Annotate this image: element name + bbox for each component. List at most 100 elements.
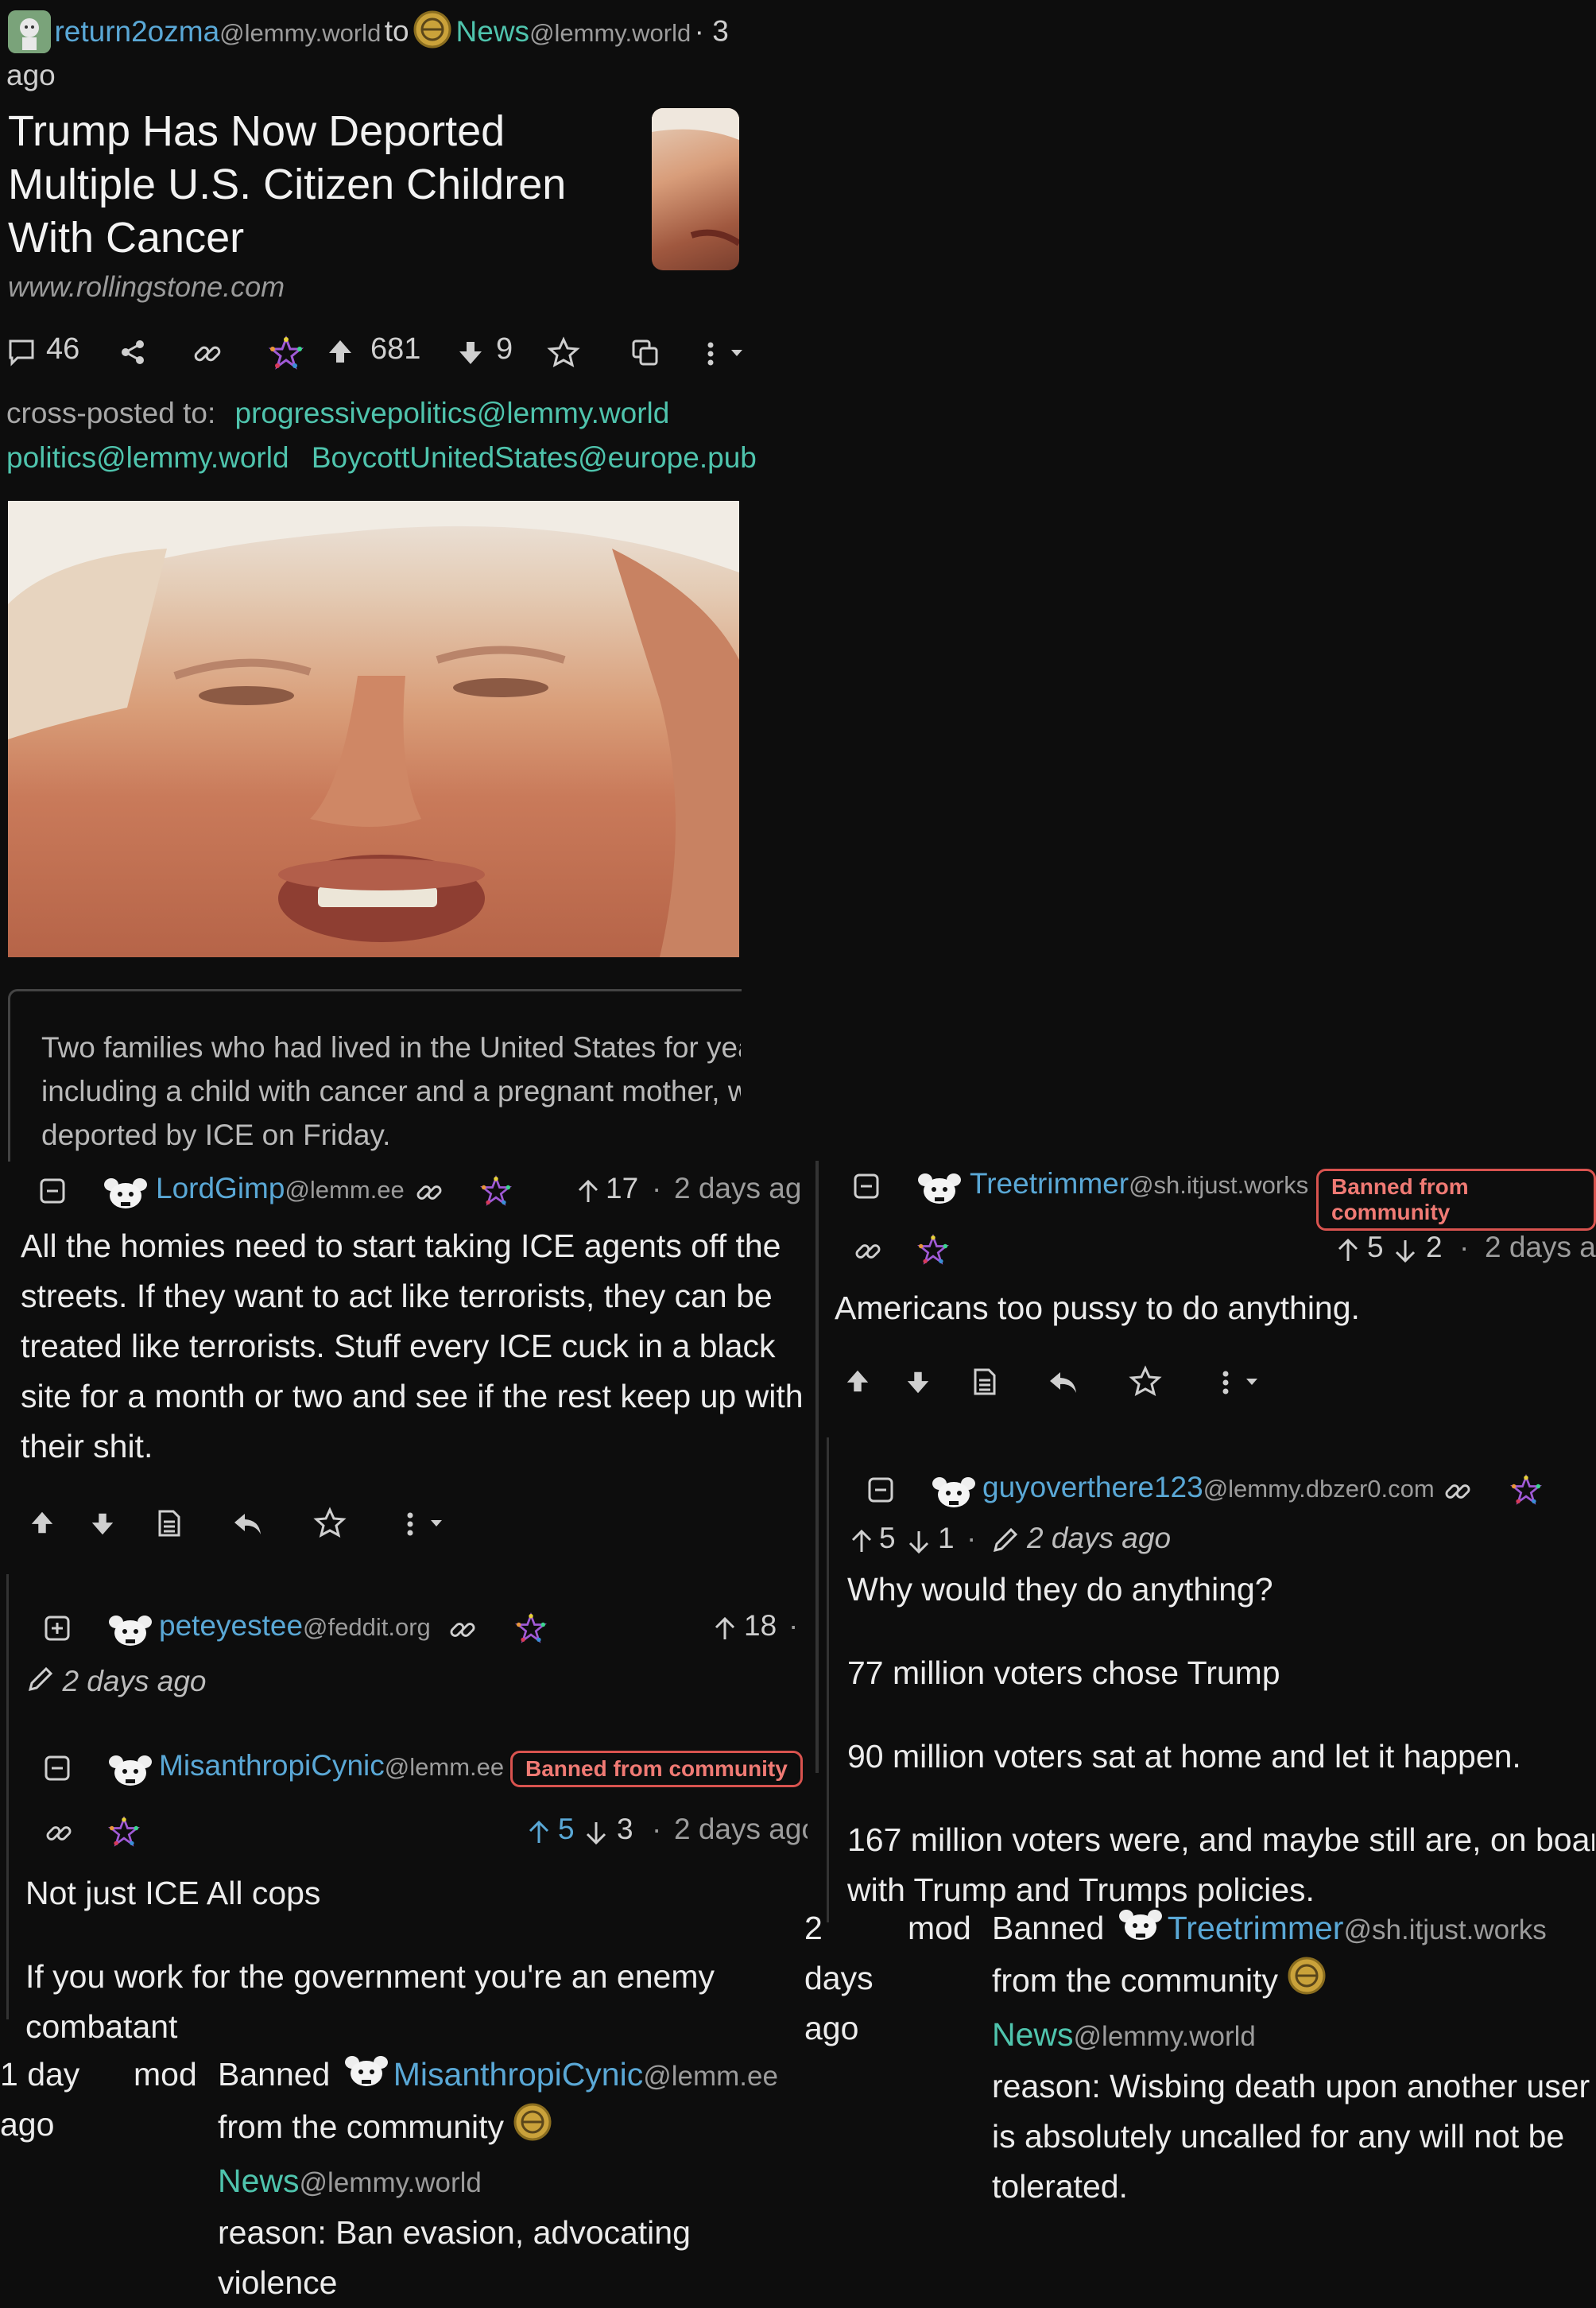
modlog-time: 1 day ago xyxy=(0,2056,80,2143)
separator-dot: · xyxy=(967,1522,977,1554)
fediverse-icon[interactable] xyxy=(515,1612,547,1647)
comment-age: 2 days ago xyxy=(674,1813,808,1845)
link-icon[interactable] xyxy=(854,1237,882,1270)
fediverse-icon[interactable] xyxy=(480,1175,512,1209)
upvote-icon[interactable] xyxy=(844,1367,871,1398)
downvote-icon[interactable] xyxy=(908,1530,930,1557)
modlog-user[interactable]: MisanthropiCynic@lemm.ee xyxy=(393,2056,778,2093)
comment-icon[interactable] xyxy=(8,339,35,374)
link-icon[interactable] xyxy=(45,1819,73,1852)
mascot-icon xyxy=(108,1614,153,1651)
post-image[interactable] xyxy=(8,501,739,957)
comment-action-bar xyxy=(844,1364,1289,1404)
comment-author[interactable]: Treetrimmer@sh.itjust.works xyxy=(970,1167,1308,1201)
link-icon[interactable] xyxy=(192,339,223,377)
comment-body: Americans too pussy to do anything. xyxy=(835,1290,1360,1326)
comment-score: 17 xyxy=(606,1172,639,1204)
copy-icon[interactable] xyxy=(631,339,660,375)
post-thumbnail[interactable] xyxy=(652,108,739,270)
upvote-icon[interactable] xyxy=(714,1616,736,1645)
post-age-word: ago xyxy=(6,59,56,91)
modlog-reason: tolerated. xyxy=(992,2167,1128,2205)
collapse-icon[interactable] xyxy=(854,1173,879,1203)
upvote-icon[interactable] xyxy=(29,1509,56,1540)
comment-author[interactable]: guyoverthere123@lemmy.dbzer0.com xyxy=(982,1471,1435,1504)
upvote-icon[interactable] xyxy=(850,1529,873,1557)
comment-age: 2 days ago xyxy=(62,1665,207,1697)
upvote-count: 5 xyxy=(1367,1231,1384,1263)
downvote-icon[interactable] xyxy=(456,339,485,375)
banned-badge: Banned from community xyxy=(510,1751,803,1787)
reply-icon[interactable] xyxy=(232,1511,262,1540)
community-icon[interactable] xyxy=(513,2102,552,2156)
comment-author[interactable]: peteyestee@feddit.org xyxy=(159,1609,431,1643)
comment-author[interactable]: LordGimp@lemm.ee xyxy=(156,1172,405,1205)
post-title[interactable]: Trump Has Now Deported Multiple U.S. Cit… xyxy=(8,105,566,265)
more-icon[interactable] xyxy=(402,1511,450,1542)
downvote-icon[interactable] xyxy=(905,1369,932,1400)
upvote-icon[interactable] xyxy=(528,1820,550,1848)
collapse-icon[interactable] xyxy=(868,1477,893,1507)
fediverse-icon[interactable] xyxy=(1510,1474,1542,1508)
modlog-reason: reason: Wisbing death upon another user xyxy=(992,2067,1590,2104)
fediverse-icon[interactable] xyxy=(917,1234,949,1268)
crosspost-link[interactable]: BoycottUnitedStates@europe.pub xyxy=(312,441,757,474)
mascot-icon xyxy=(1118,1906,1163,1956)
post-upvotes: 681 xyxy=(370,332,421,366)
upvote-icon[interactable] xyxy=(577,1179,599,1208)
downvote-icon[interactable] xyxy=(585,1821,607,1848)
banned-badge: Banned from community xyxy=(1316,1169,1596,1231)
community-icon[interactable] xyxy=(413,10,452,53)
modlog-community[interactable]: News@lemmy.world xyxy=(218,2156,806,2208)
crosspost-link[interactable]: progressivepolitics@lemmy.world xyxy=(235,397,670,429)
source-icon[interactable] xyxy=(973,1367,997,1400)
expand-icon[interactable] xyxy=(45,1616,70,1645)
post-community[interactable]: News@lemmy.world xyxy=(456,15,691,48)
edit-icon xyxy=(25,1666,54,1698)
crosspost-list: cross-posted to: progressivepolitics@lem… xyxy=(6,391,757,480)
modlog-reason: reason: Ban evasion, advocating xyxy=(218,2213,691,2251)
comment-body: Why would they do anything? 77 million v… xyxy=(847,1571,1594,1908)
modlog-reason: violence xyxy=(218,2263,338,2301)
comment-header: Treetrimmer@sh.itjust.works Banned from … xyxy=(854,1167,1596,1231)
link-icon[interactable] xyxy=(448,1616,477,1648)
collapse-icon[interactable] xyxy=(40,1178,65,1208)
post-age-num: · 3 xyxy=(694,14,729,48)
source-icon[interactable] xyxy=(157,1509,181,1542)
modlog-community[interactable]: News@lemmy.world xyxy=(992,2010,1596,2062)
comment-meta-row: 5 1 · 2 days ago xyxy=(850,1522,1566,1561)
upvote-icon[interactable] xyxy=(326,337,354,374)
comment-score: 18 xyxy=(744,1609,777,1642)
fediverse-icon[interactable] xyxy=(268,335,304,377)
link-icon[interactable] xyxy=(415,1178,444,1211)
more-icon[interactable] xyxy=(703,340,750,375)
post-author[interactable]: return2ozma@lemmy.world xyxy=(54,15,381,48)
separator-dot: · xyxy=(652,1172,662,1204)
link-icon[interactable] xyxy=(1443,1477,1472,1510)
post-domain[interactable]: www.rollingstone.com xyxy=(8,270,285,304)
fediverse-icon[interactable] xyxy=(108,1816,140,1850)
more-icon[interactable] xyxy=(1218,1369,1265,1400)
comment-count[interactable]: 46 xyxy=(46,332,79,367)
collapse-icon[interactable] xyxy=(45,1755,70,1785)
community-icon[interactable] xyxy=(1287,1956,1327,2010)
share-icon[interactable] xyxy=(119,339,146,374)
comment-age: 2 days ago xyxy=(674,1172,803,1204)
comment-author[interactable]: MisanthropiCynic@lemm.ee xyxy=(159,1749,504,1782)
avatar[interactable] xyxy=(8,10,51,53)
star-icon[interactable] xyxy=(1129,1365,1162,1400)
upvote-count: 5 xyxy=(879,1522,896,1554)
comment-header: peteyestee@feddit.org 18 · xyxy=(45,1609,808,1649)
crosspost-label: cross-posted to: xyxy=(6,397,216,429)
downvote-icon[interactable] xyxy=(1394,1239,1416,1266)
upvote-icon[interactable] xyxy=(1337,1238,1359,1266)
crosspost-link[interactable]: politics@lemmy.world xyxy=(6,441,289,474)
star-icon[interactable] xyxy=(313,1507,347,1542)
comment-header: MisanthropiCynic@lemm.ee Banned from com… xyxy=(45,1749,808,1789)
comment-action-bar xyxy=(29,1506,474,1546)
modlog-user[interactable]: Treetrimmer@sh.itjust.works xyxy=(1168,1910,1547,1946)
modlog-entry: Banned Treetrimmer@sh.itjust.works from … xyxy=(992,1903,1596,2212)
downvote-icon[interactable] xyxy=(89,1511,116,1542)
reply-icon[interactable] xyxy=(1048,1369,1078,1398)
star-icon[interactable] xyxy=(547,336,580,375)
